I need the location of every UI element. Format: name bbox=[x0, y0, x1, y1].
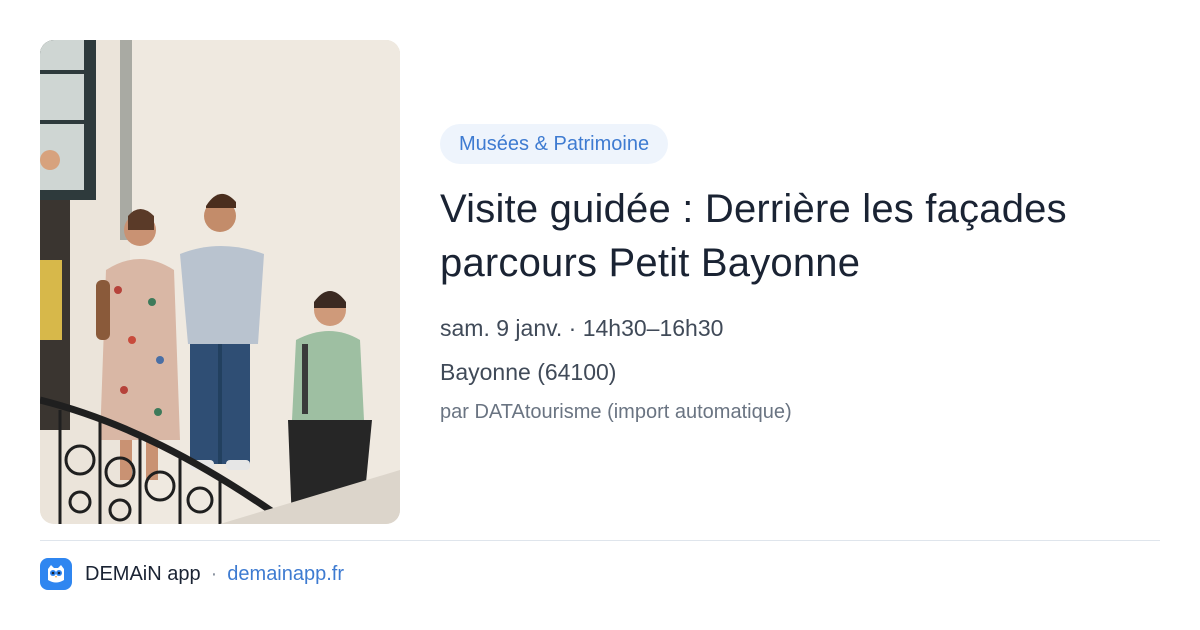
footer-separator: · bbox=[210, 562, 218, 585]
event-photo bbox=[40, 40, 400, 524]
owl-icon[interactable] bbox=[40, 558, 72, 590]
app-name: DEMAiN app bbox=[85, 562, 201, 585]
footer: DEMAiN app · demainapp.fr bbox=[40, 557, 344, 591]
footer-divider bbox=[40, 540, 1160, 541]
event-photo-illustration bbox=[40, 40, 400, 524]
event-location: Bayonne (64100) bbox=[440, 359, 617, 385]
event-title: Visite guidée : Derrière les façades parc… bbox=[440, 182, 1160, 290]
event-source: par DATAtourisme (import automatique) bbox=[440, 401, 792, 423]
event-date: sam. 9 janv. · 14h30–16h30 bbox=[440, 315, 724, 341]
event-details: Musées & Patrimoine Visite guidée : Derr… bbox=[440, 124, 1160, 426]
category-badge[interactable]: Musées & Patrimoine bbox=[440, 124, 669, 164]
event-title-line-2: parcours Petit Bayonne bbox=[440, 241, 861, 285]
domain-link[interactable]: demainapp.fr bbox=[227, 563, 344, 586]
event-title-line-1: Visite guidée : Derrière les façades bbox=[440, 187, 1067, 231]
owl-icon-glyph bbox=[48, 565, 64, 583]
